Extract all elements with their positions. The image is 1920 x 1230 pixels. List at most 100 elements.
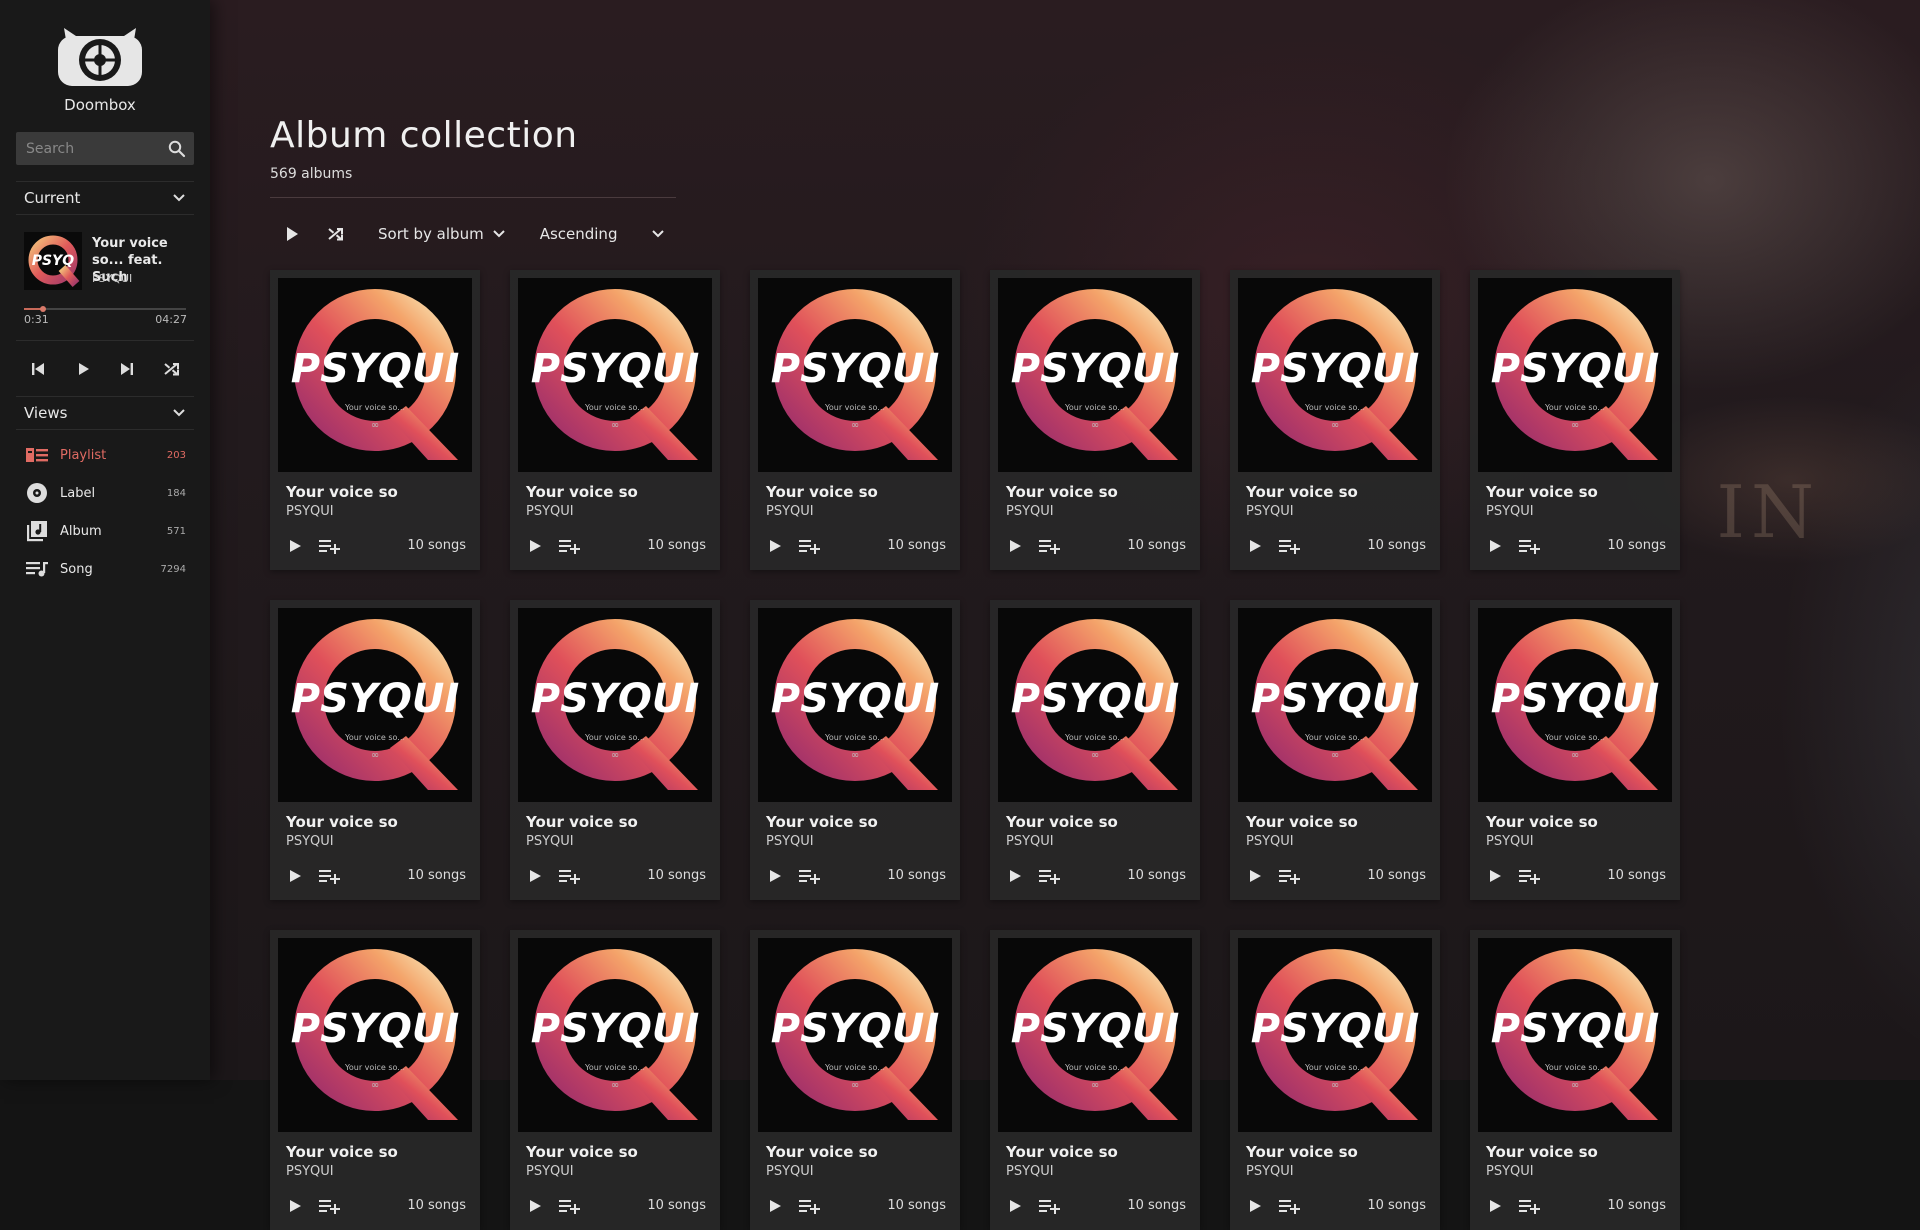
album-cover[interactable]: PSYQUI Your voice so... ∞ [518, 938, 712, 1132]
album-cover[interactable]: PSYQUI Your voice so... ∞ [758, 938, 952, 1132]
chevron-down-icon[interactable] [651, 229, 665, 239]
chevron-down-icon[interactable] [172, 404, 186, 422]
album-cover[interactable]: PSYQUI Your voice so... ∞ [1478, 938, 1672, 1132]
add-to-queue-icon[interactable] [798, 865, 822, 887]
album-card[interactable]: PSYQUI Your voice so... ∞ Your voice so … [750, 600, 960, 900]
album-cover[interactable]: PSYQUI Your voice so... ∞ [278, 938, 472, 1132]
add-to-queue-icon[interactable] [318, 865, 342, 887]
album-cover[interactable]: PSYQUI Your voice so... ∞ [1478, 608, 1672, 802]
album-cover[interactable]: PSYQUI Your voice so... ∞ [1238, 608, 1432, 802]
album-card[interactable]: PSYQUI Your voice so... ∞ Your voice so … [1470, 270, 1680, 570]
play-icon[interactable] [284, 535, 306, 557]
views-item-playlist[interactable]: Playlist 203 [16, 436, 194, 474]
album-title[interactable]: Your voice so [1246, 483, 1358, 501]
album-cover[interactable]: PSYQUI Your voice so... ∞ [1238, 938, 1432, 1132]
current-section-header[interactable]: Current [16, 181, 194, 215]
album-title[interactable]: Your voice so [766, 813, 878, 831]
views-section-header[interactable]: Views [16, 396, 194, 430]
album-title[interactable]: Your voice so [1246, 1143, 1358, 1161]
album-title[interactable]: Your voice so [526, 813, 638, 831]
play-icon[interactable] [1484, 1195, 1506, 1217]
album-cover[interactable]: PSYQUI Your voice so... ∞ [518, 608, 712, 802]
play-icon[interactable] [1244, 535, 1266, 557]
add-to-queue-icon[interactable] [1518, 865, 1542, 887]
add-to-queue-icon[interactable] [1038, 1195, 1062, 1217]
album-card[interactable]: PSYQUI Your voice so... ∞ Your voice so … [1230, 270, 1440, 570]
album-title[interactable]: Your voice so [766, 1143, 878, 1161]
play-icon[interactable] [1004, 1195, 1026, 1217]
play-icon[interactable] [1004, 865, 1026, 887]
album-cover[interactable]: PSYQUI Your voice so... ∞ [998, 938, 1192, 1132]
play-icon[interactable] [524, 535, 546, 557]
add-to-queue-icon[interactable] [318, 1195, 342, 1217]
order-dropdown[interactable]: Ascending [540, 225, 666, 243]
next-icon[interactable] [112, 354, 142, 384]
progress-handle[interactable] [39, 306, 46, 312]
add-to-queue-icon[interactable] [798, 535, 822, 557]
album-title[interactable]: Your voice so [766, 483, 878, 501]
album-card[interactable]: PSYQUI Your voice so... ∞ Your voice so … [990, 270, 1200, 570]
add-to-queue-icon[interactable] [1518, 1195, 1542, 1217]
views-item-song[interactable]: Song 7294 [16, 550, 194, 588]
play-icon[interactable] [284, 865, 306, 887]
play-all-button[interactable] [270, 216, 314, 252]
chevron-down-icon[interactable] [172, 189, 186, 207]
add-to-queue-icon[interactable] [318, 535, 342, 557]
add-to-queue-icon[interactable] [1038, 535, 1062, 557]
album-card[interactable]: PSYQUI Your voice so... ∞ Your voice so … [510, 270, 720, 570]
album-title[interactable]: Your voice so [1006, 483, 1118, 501]
album-card[interactable]: PSYQUI Your voice so... ∞ Your voice so … [270, 930, 480, 1230]
album-cover[interactable]: PSYQUI Your voice so... ∞ [278, 278, 472, 472]
search-input[interactable] [16, 139, 160, 158]
add-to-queue-icon[interactable] [1518, 535, 1542, 557]
album-cover[interactable]: PSYQUI Your voice so... ∞ [758, 608, 952, 802]
play-icon[interactable] [1244, 865, 1266, 887]
search-icon[interactable] [160, 132, 194, 165]
play-icon[interactable] [284, 1195, 306, 1217]
add-to-queue-icon[interactable] [1278, 1195, 1302, 1217]
album-cover[interactable]: PSYQUI Your voice so... ∞ [1478, 278, 1672, 472]
shuffle-all-button[interactable] [314, 216, 358, 252]
album-title[interactable]: Your voice so [1486, 483, 1598, 501]
previous-icon[interactable] [23, 354, 53, 384]
add-to-queue-icon[interactable] [1038, 865, 1062, 887]
add-to-queue-icon[interactable] [558, 535, 582, 557]
album-title[interactable]: Your voice so [1486, 1143, 1598, 1161]
album-card[interactable]: PSYQUI Your voice so... ∞ Your voice so … [990, 600, 1200, 900]
play-icon[interactable] [1484, 865, 1506, 887]
play-icon[interactable] [764, 535, 786, 557]
album-title[interactable]: Your voice so [1006, 1143, 1118, 1161]
album-card[interactable]: PSYQUI Your voice so... ∞ Your voice so … [1230, 600, 1440, 900]
album-cover[interactable]: PSYQUI Your voice so... ∞ [998, 278, 1192, 472]
play-icon[interactable] [68, 354, 98, 384]
album-card[interactable]: PSYQUI Your voice so... ∞ Your voice so … [1230, 930, 1440, 1230]
album-cover[interactable]: PSYQUI Your voice so... ∞ [1238, 278, 1432, 472]
sort-dropdown[interactable]: Sort by album [378, 225, 506, 243]
album-title[interactable]: Your voice so [1006, 813, 1118, 831]
album-cover[interactable]: PSYQUI Your voice so... ∞ [998, 608, 1192, 802]
play-icon[interactable] [1484, 535, 1506, 557]
album-card[interactable]: PSYQUI Your voice so... ∞ Your voice so … [1470, 600, 1680, 900]
album-title[interactable]: Your voice so [286, 483, 398, 501]
album-card[interactable]: PSYQUI Your voice so... ∞ Your voice so … [990, 930, 1200, 1230]
album-card[interactable]: PSYQUI Your voice so... ∞ Your voice so … [510, 600, 720, 900]
album-card[interactable]: PSYQUI Your voice so... ∞ Your voice so … [1470, 930, 1680, 1230]
play-icon[interactable] [524, 865, 546, 887]
search-box[interactable] [16, 132, 194, 165]
play-icon[interactable] [764, 1195, 786, 1217]
album-title[interactable]: Your voice so [1246, 813, 1358, 831]
album-title[interactable]: Your voice so [286, 1143, 398, 1161]
play-icon[interactable] [1244, 1195, 1266, 1217]
add-to-queue-icon[interactable] [558, 1195, 582, 1217]
play-icon[interactable] [1004, 535, 1026, 557]
album-card[interactable]: PSYQUI Your voice so... ∞ Your voice so … [510, 930, 720, 1230]
album-cover[interactable]: PSYQUI Your voice so... ∞ [758, 278, 952, 472]
album-card[interactable]: PSYQUI Your voice so... ∞ Your voice so … [270, 270, 480, 570]
play-icon[interactable] [764, 865, 786, 887]
album-card[interactable]: PSYQUI Your voice so... ∞ Your voice so … [270, 600, 480, 900]
album-title[interactable]: Your voice so [1486, 813, 1598, 831]
album-card[interactable]: PSYQUI Your voice so... ∞ Your voice so … [750, 270, 960, 570]
shuffle-icon[interactable] [157, 354, 187, 384]
add-to-queue-icon[interactable] [1278, 865, 1302, 887]
views-item-label-view[interactable]: Label 184 [16, 474, 194, 512]
